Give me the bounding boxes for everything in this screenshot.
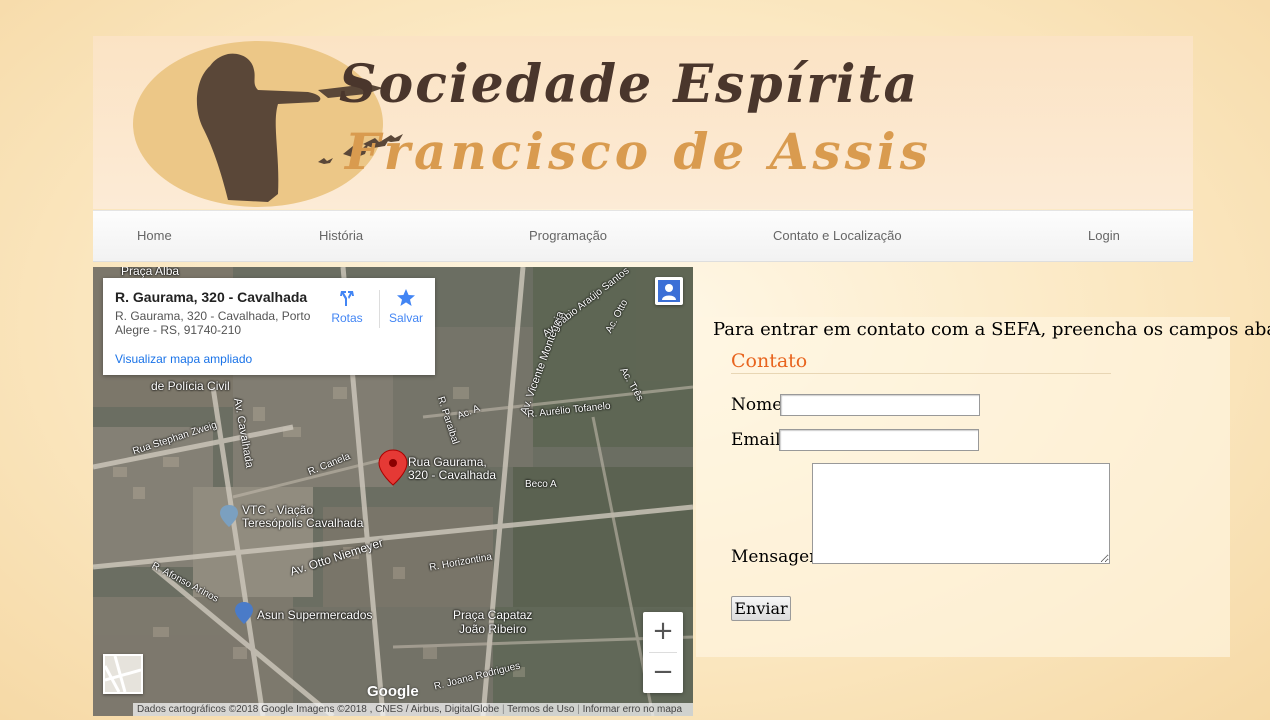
map-label-vtc: VTC - Viação Teresópolis Cavalhada	[242, 504, 363, 530]
map-card-address: R. Gaurama, 320 - Cavalhada, Porto Alegr…	[115, 309, 311, 337]
map-type-toggle-button[interactable]	[103, 654, 143, 694]
map-terms-link[interactable]: Termos de Uso	[507, 704, 574, 715]
map-report-link[interactable]: Informar erro no mapa	[583, 704, 683, 715]
map-enlarge-link[interactable]: Visualizar mapa ampliado	[115, 352, 252, 366]
map-thumbnail-icon	[103, 655, 142, 693]
map-label-praca-capataz: Praça Capataz João Ribeiro	[453, 608, 532, 636]
map-info-card: R. Gaurama, 320 - Cavalhada R. Gaurama, …	[103, 278, 435, 375]
map-card-title: R. Gaurama, 320 - Cavalhada	[115, 289, 308, 305]
map-save-button[interactable]: Salvar	[382, 288, 430, 325]
nav-item-historia[interactable]: História	[319, 228, 363, 243]
site-banner: Sociedade Espírita Francisco de Assis	[93, 36, 1193, 209]
star-icon	[397, 289, 415, 306]
zoom-in-button[interactable]: +	[643, 612, 683, 652]
main-nav: Home História Programação Contato e Loca…	[93, 210, 1193, 262]
nav-item-home[interactable]: Home	[137, 228, 172, 243]
nav-item-login[interactable]: Login	[1088, 228, 1120, 243]
map-routes-label: Rotas	[331, 311, 363, 325]
nav-item-contato-localizacao[interactable]: Contato e Localização	[773, 228, 902, 243]
contact-form-panel: Para entrar em contato com a SEFA, preen…	[696, 317, 1270, 657]
map-save-label: Salvar	[388, 311, 423, 325]
street-view-pegman-button[interactable]	[655, 277, 683, 305]
map-label-vtc-line2: Teresópolis Cavalhada	[242, 516, 364, 530]
map-label-beco-a: Beco A	[525, 479, 557, 490]
map-label-praca-line1: Praça Capataz	[453, 608, 533, 622]
map-card-separator	[379, 290, 380, 328]
map-zoom-control: + −	[643, 612, 683, 693]
map-label-praca-alba: Praça Alba	[121, 267, 180, 278]
message-textarea[interactable]	[812, 463, 1110, 564]
email-input[interactable]	[779, 429, 979, 451]
google-map[interactable]: Praça Alba de Polícia Civil Rua Stephan …	[93, 267, 693, 716]
legend-divider	[731, 373, 1111, 374]
map-label-pin-line2: 320 - Cavalhada	[408, 468, 497, 482]
google-logo: Google	[367, 683, 419, 700]
map-attribution-bar: Dados cartográficos ©2018 Google Imagens…	[133, 703, 693, 716]
contact-intro-text: Para entrar em contato com a SEFA, preen…	[713, 319, 1270, 340]
map-label-praca-line2: João Ribeiro	[459, 622, 527, 636]
map-label-asun: Asun Supermercados	[257, 608, 373, 622]
email-label: Email:	[731, 430, 787, 450]
pegman-icon	[658, 280, 680, 302]
banner-title-line1: Sociedade Espírita	[339, 54, 920, 115]
map-label-vtc-line1: VTC - Viação	[242, 503, 314, 517]
contact-legend: Contato	[731, 350, 808, 372]
banner-title-line2: Francisco de Assis	[345, 122, 932, 181]
zoom-out-button[interactable]: −	[643, 653, 683, 693]
contact-panel-header-area	[696, 265, 1193, 317]
directions-icon	[340, 291, 354, 306]
submit-button[interactable]: Enviar	[731, 596, 791, 621]
map-attribution-text: Dados cartográficos ©2018 Google Imagens…	[137, 704, 500, 715]
map-label-pin-line1: Rua Gaurama,	[408, 455, 487, 469]
nav-item-programacao[interactable]: Programação	[529, 228, 607, 243]
map-label-delegacia: de Polícia Civil	[151, 379, 230, 393]
name-input[interactable]	[780, 394, 980, 416]
map-label-pin-address: Rua Gaurama, 320 - Cavalhada	[408, 456, 496, 482]
map-routes-button[interactable]: Rotas	[323, 288, 371, 325]
